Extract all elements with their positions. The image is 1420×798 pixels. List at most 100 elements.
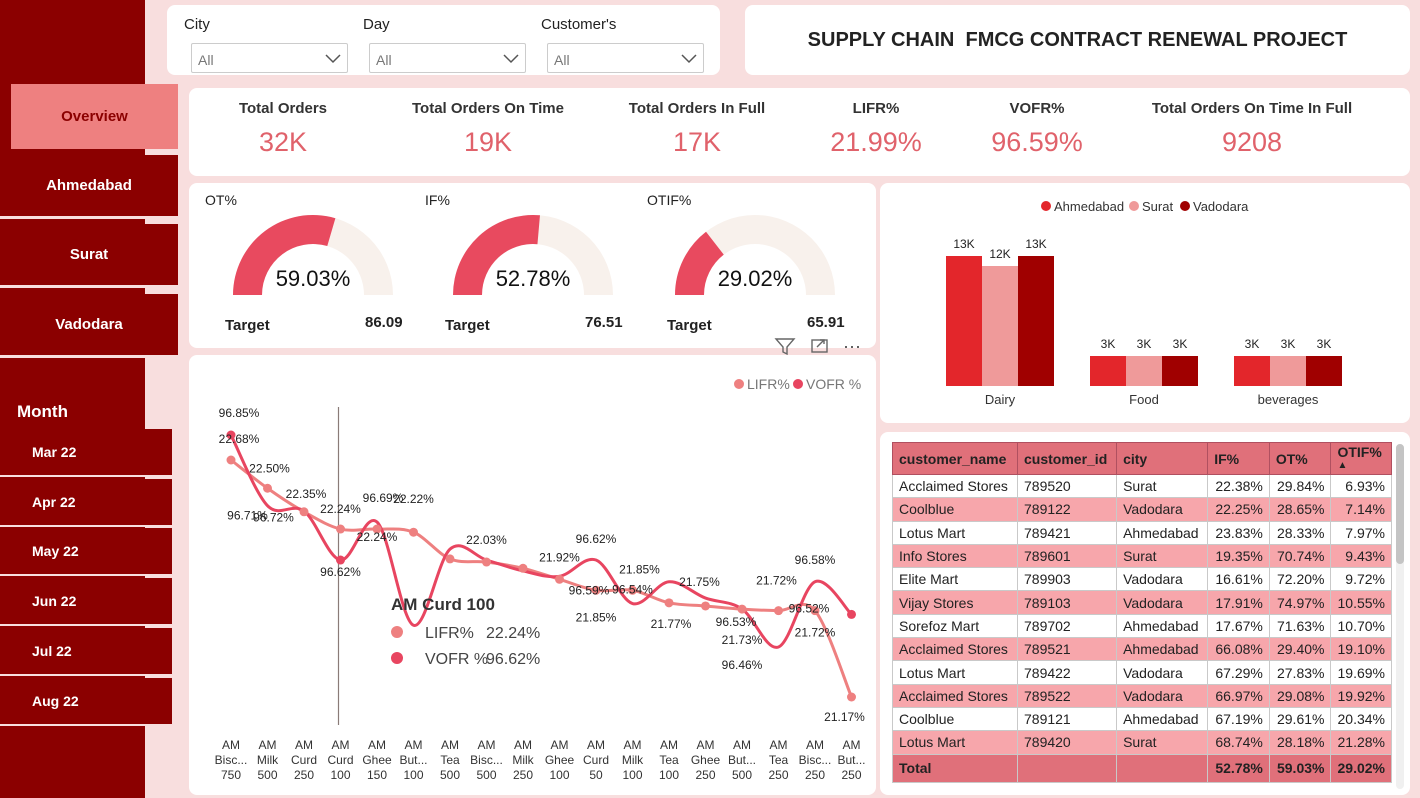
- table-cell: 22.38%: [1207, 473, 1270, 499]
- table-cell: 7.14%: [1330, 497, 1392, 522]
- x-tick-label: AM: [405, 738, 423, 752]
- data-label: 21.85%: [576, 610, 617, 624]
- table-scrollbar[interactable]: [1396, 444, 1404, 789]
- table-row[interactable]: Sorefoz Mart 789702 Ahmedabad 17.67% 71.63% 1…: [892, 613, 1392, 639]
- scrollbar-thumb[interactable]: [1396, 444, 1404, 564]
- x-tick-label: Milk: [257, 753, 279, 767]
- month-item[interactable]: Apr 22: [0, 479, 172, 527]
- table-cell: Vadodara: [1116, 683, 1209, 708]
- table-cell: Ahmedabad: [1116, 637, 1209, 662]
- nav-overview[interactable]: Overview: [11, 84, 178, 149]
- x-tick-label: 500: [476, 768, 496, 782]
- table-row[interactable]: Coolblue 789122 Vadodara 22.25% 28.65% 7.14%: [892, 497, 1392, 522]
- x-tick-label: AM: [551, 738, 569, 752]
- table-cell: 789601: [1016, 543, 1118, 569]
- table-row[interactable]: Lotus Mart 789421 Ahmedabad 23.83% 28.33% 7.9…: [892, 520, 1392, 545]
- month-item[interactable]: Jul 22: [0, 628, 172, 676]
- nav-surat[interactable]: Surat: [0, 224, 178, 288]
- x-tick-label: AM: [733, 738, 751, 752]
- customer-filter-select[interactable]: All: [547, 43, 704, 73]
- kpi-value: 19K: [463, 127, 513, 157]
- x-tick-label: Curd: [583, 753, 609, 767]
- column-header[interactable]: OT%: [1268, 442, 1332, 475]
- x-tick-label: 250: [805, 768, 825, 782]
- data-label: 96.58%: [795, 553, 836, 567]
- total-cell: 29.02%: [1330, 753, 1392, 783]
- column-header[interactable]: OTIF% ▲: [1330, 442, 1392, 475]
- bar: [946, 256, 982, 386]
- table-cell: 70.74%: [1268, 543, 1332, 569]
- vofr-point: [336, 555, 345, 565]
- x-tick-label: 250: [294, 768, 314, 782]
- x-tick-label: 500: [257, 768, 277, 782]
- x-tick-label: AM: [441, 738, 459, 752]
- table-cell: Ahmedabad: [1116, 706, 1209, 732]
- nav-ahmedabad[interactable]: Ahmedabad: [0, 155, 178, 219]
- table-row[interactable]: Acclaimed Stores 789521 Ahmedabad 66.08% 29.…: [892, 637, 1392, 662]
- column-header[interactable]: IF%: [1207, 442, 1270, 475]
- table-row[interactable]: Lotus Mart 789420 Surat 68.74% 28.18% 21.28%: [892, 730, 1392, 755]
- bar-data-label: 3K: [1173, 337, 1188, 351]
- table-cell: 29.08%: [1268, 683, 1332, 708]
- tooltip-series: LIFR%: [425, 625, 474, 642]
- column-header-label: OTIF%: [1337, 443, 1382, 460]
- lifr-point: [555, 574, 564, 584]
- x-tick-label: 100: [622, 768, 642, 782]
- table-row[interactable]: Acclaimed Stores 789522 Vadodara 66.97% 29.0…: [892, 683, 1392, 708]
- table-cell: 68.74%: [1207, 730, 1270, 755]
- sort-ascending-icon: ▲: [1337, 459, 1348, 471]
- data-label: 22.24%: [357, 530, 398, 544]
- tooltip-title: AM Curd 100: [391, 595, 495, 614]
- table-cell: 19.35%: [1207, 543, 1270, 569]
- column-header[interactable]: customer_id: [1016, 442, 1118, 475]
- table-cell: 67.19%: [1207, 706, 1270, 732]
- x-tick-label: Tea: [440, 753, 460, 767]
- lifr-point: [847, 692, 856, 702]
- table-cell: Elite Mart: [892, 567, 1018, 592]
- table-cell: 789420: [1016, 730, 1118, 755]
- month-item[interactable]: Jun 22: [0, 578, 172, 626]
- legend-label: LIFR%: [747, 376, 790, 392]
- table-cell: 789121: [1016, 706, 1118, 732]
- table-row[interactable]: Acclaimed Stores 789520 Surat 22.38% 29.84% 6…: [892, 473, 1392, 499]
- table-cell: Coolblue: [892, 706, 1018, 732]
- table-cell: Lotus Mart: [892, 660, 1018, 685]
- month-item[interactable]: Mar 22: [0, 429, 172, 477]
- table-row[interactable]: Elite Mart 789903 Vadodara 16.61% 72.20% 9.72…: [892, 567, 1392, 592]
- gauge-target-value: 65.91: [807, 314, 845, 331]
- table-row[interactable]: Coolblue 789121 Ahmedabad 67.19% 29.61% 20.34…: [892, 706, 1392, 732]
- x-tick-label: AM: [514, 738, 532, 752]
- table-row[interactable]: Info Stores 789601 Surat 19.35% 70.74% 9.43%: [892, 543, 1392, 569]
- month-item[interactable]: May 22: [0, 528, 172, 576]
- gauge-target-value: 86.09: [365, 314, 403, 331]
- x-tick-label: AM: [332, 738, 350, 752]
- month-slicer-title: Month: [17, 402, 68, 421]
- table-cell: 28.65%: [1268, 497, 1332, 522]
- table-row[interactable]: Vijay Stores 789103 Vadodara 17.91% 74.97% 10…: [892, 590, 1392, 615]
- column-header[interactable]: city: [1116, 442, 1209, 475]
- nav-vadodara[interactable]: Vadodara: [0, 294, 178, 358]
- bar-data-label: 3K: [1245, 337, 1260, 351]
- table-cell: 789422: [1016, 660, 1118, 685]
- month-item[interactable]: Aug 22: [0, 678, 172, 726]
- bar-chart: 13K 12K 13K Dairy 3K 3K 3K Food 3K 3K 3K beverages A…: [946, 199, 1342, 407]
- lifr-point: [445, 554, 455, 564]
- legend-marker: [1041, 201, 1051, 211]
- total-cell: 59.03%: [1268, 753, 1332, 783]
- kpi-value: 17K: [672, 127, 722, 157]
- day-filter-select[interactable]: All: [369, 43, 526, 73]
- column-header-label: customer_id: [1024, 450, 1108, 467]
- data-label: 22.68%: [219, 432, 260, 446]
- data-label: 21.85%: [619, 562, 660, 576]
- table-row[interactable]: Lotus Mart 789422 Vadodara 67.29% 27.83% 19.6…: [892, 660, 1392, 685]
- bar: [1234, 356, 1270, 386]
- chevron-down-icon: [681, 54, 697, 64]
- x-tick-label: AM: [259, 738, 277, 752]
- x-tick-label: AM: [295, 738, 313, 752]
- tooltip-series: VOFR %: [425, 651, 488, 668]
- table-cell: 28.18%: [1268, 730, 1332, 755]
- column-header[interactable]: customer_name: [892, 442, 1018, 475]
- bar-data-label: 3K: [1101, 337, 1116, 351]
- city-filter-select[interactable]: All: [191, 43, 348, 73]
- legend-label: Vadodara: [1193, 199, 1249, 214]
